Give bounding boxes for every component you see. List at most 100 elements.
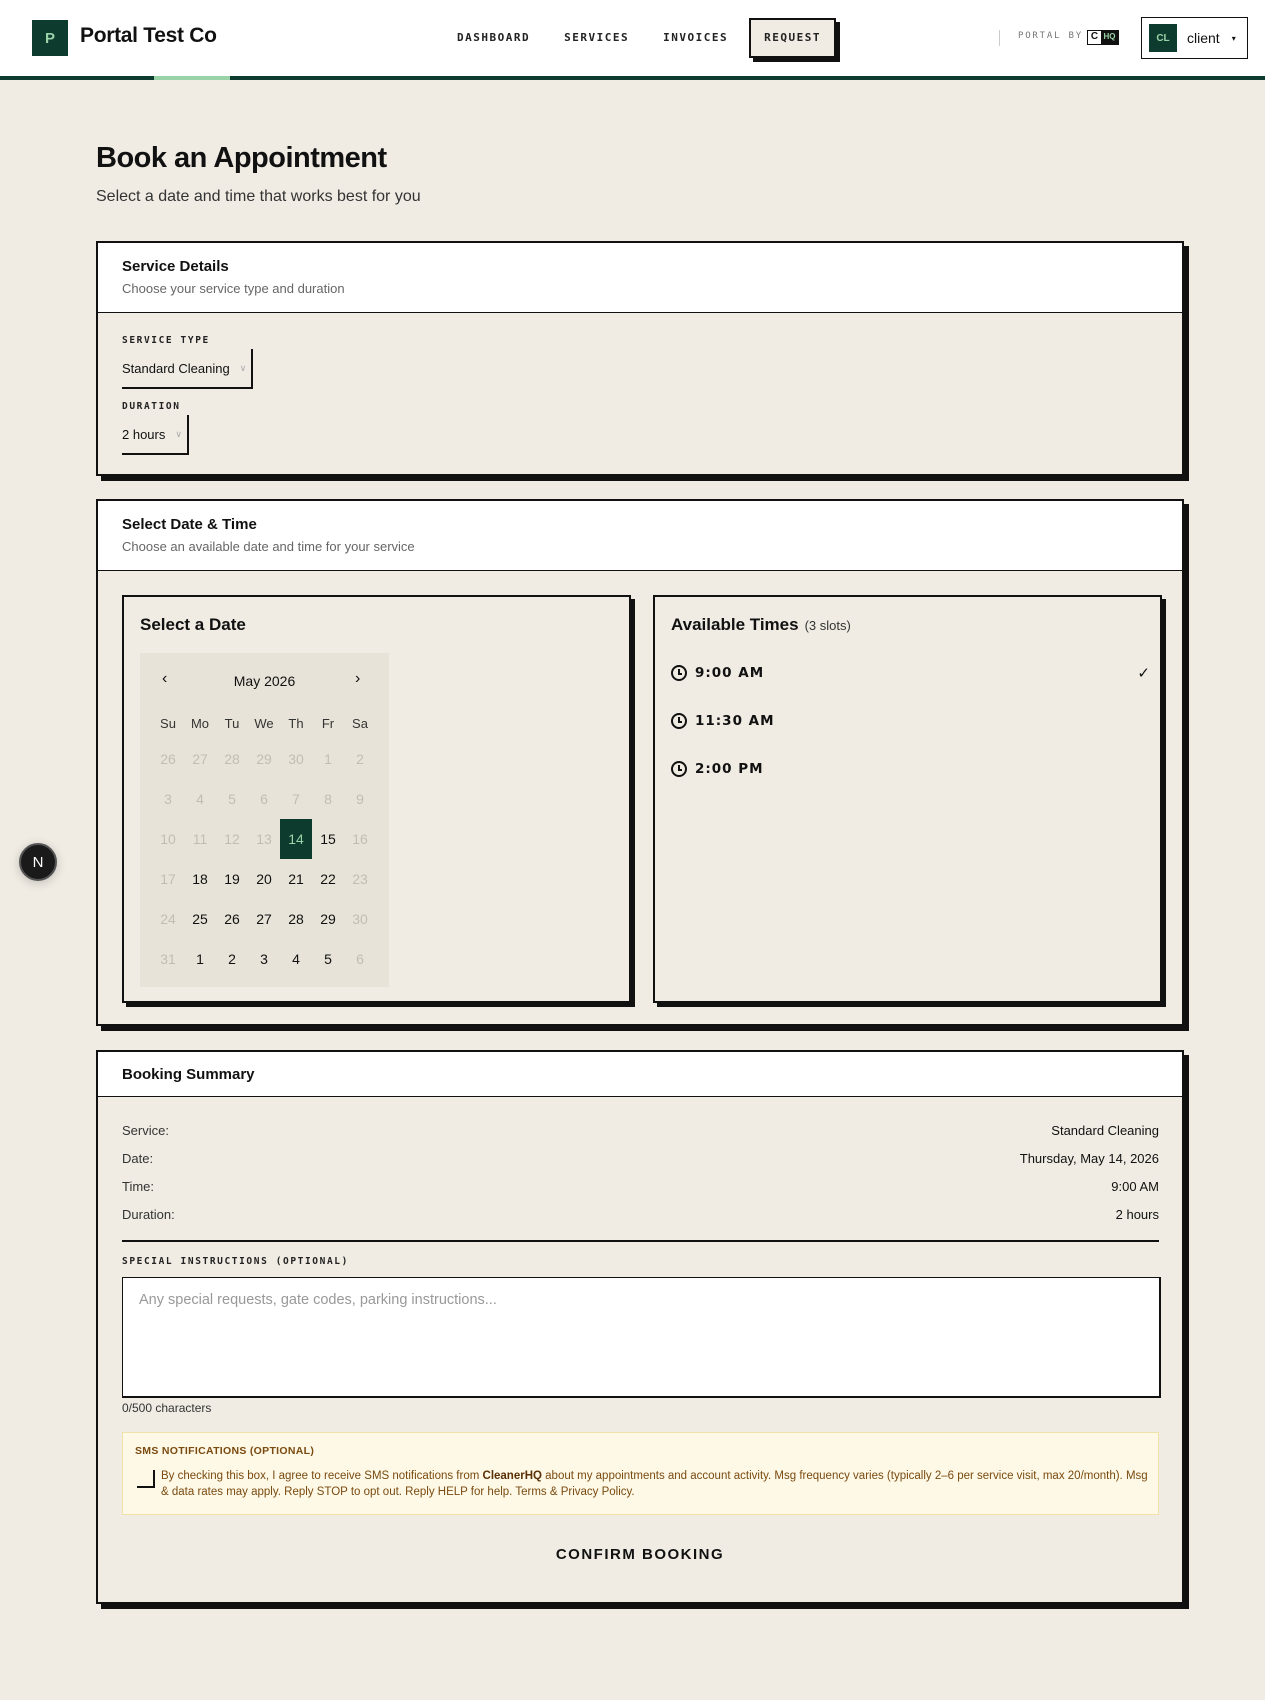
sms-text-part: By checking this box, I agree to receive… (161, 1470, 483, 1482)
clock-icon (671, 761, 687, 777)
calendar-day: 12 (224, 831, 240, 847)
summary-key: Time: (122, 1179, 155, 1194)
duration-select[interactable]: 2 hours ∨ (122, 415, 189, 455)
calendar-day: 6 (356, 951, 364, 967)
calendar-day-selected[interactable]: 14 (280, 819, 312, 859)
date-panel-title: Select a Date (140, 615, 246, 634)
header-divider (999, 30, 1000, 46)
caret-down-icon: ▾ (1231, 33, 1236, 43)
calendar-day[interactable]: 21 (280, 859, 312, 899)
summary-value: 9:00 AM (1111, 1179, 1159, 1194)
summary-key: Date: (122, 1151, 154, 1166)
calendar-day: 26 (160, 751, 176, 767)
calendar-day[interactable]: 1 (184, 939, 216, 979)
time-slot-label: 2:00 PM (695, 761, 764, 777)
nav-dashboard[interactable]: DASHBOARD (440, 18, 547, 58)
active-nav-indicator (154, 76, 230, 80)
weekday-label: Sa (352, 715, 368, 731)
avatar: CL (1149, 24, 1177, 52)
summary-row-duration: Duration: 2 hours (122, 1207, 1159, 1222)
summary-row-time: Time: 9:00 AM (122, 1179, 1159, 1194)
confirm-booking-button[interactable]: CONFIRM BOOKING (98, 1546, 1182, 1563)
date-time-title: Select Date & Time (122, 516, 257, 533)
service-details-subtitle: Choose your service type and duration (122, 281, 345, 296)
calendar-day: 23 (352, 871, 368, 887)
weekday-label: Mo (190, 715, 210, 731)
calendar-day: 13 (256, 831, 272, 847)
duration-label: DURATION (122, 401, 181, 412)
page-subtitle: Select a date and time that works best f… (96, 188, 421, 205)
date-time-subtitle: Choose an available date and time for yo… (122, 539, 415, 554)
top-header: P Portal Test Co DASHBOARD SERVICES INVO… (0, 0, 1265, 80)
calendar-day[interactable]: 26 (216, 899, 248, 939)
special-instructions-textarea[interactable]: Any special requests, gate codes, parkin… (122, 1277, 1161, 1398)
calendar-day: 30 (352, 911, 368, 927)
calendar-day: 6 (260, 791, 268, 807)
floating-dev-button[interactable]: N (19, 843, 57, 881)
summary-value: 2 hours (1115, 1207, 1159, 1222)
chevron-down-icon: ∨ (239, 362, 247, 373)
calendar: ‹ May 2026 › Su Mo Tu We Th Fr Sa 26 27 28 29 30 1 2 3… (140, 653, 389, 987)
calendar-day[interactable]: 2 (216, 939, 248, 979)
calendar-day[interactable]: 5 (312, 939, 344, 979)
date-panel: Select a Date ‹ May 2026 › Su Mo Tu We Th Fr S… (122, 595, 631, 1003)
calendar-day[interactable]: 4 (280, 939, 312, 979)
service-details-title: Service Details (122, 258, 229, 275)
calendar-day[interactable]: 20 (248, 859, 280, 899)
calendar-day: 24 (160, 911, 176, 927)
calendar-day[interactable]: 29 (312, 899, 344, 939)
service-details-header: Service Details Choose your service type… (98, 243, 1182, 313)
main-nav: DASHBOARD SERVICES INVOICES REQUEST (440, 18, 836, 58)
service-details-card: Service Details Choose your service type… (96, 241, 1184, 476)
slots-count: (3 slots) (804, 618, 851, 633)
service-type-label: SERVICE TYPE (122, 335, 210, 346)
calendar-grid: Su Mo Tu We Th Fr Sa 26 27 28 29 30 1 2 3 4 5 6 7 8 9 10 11 12 1… (140, 707, 389, 979)
calendar-day[interactable]: 19 (216, 859, 248, 899)
calendar-day[interactable]: 15 (312, 819, 344, 859)
calendar-day: 5 (228, 791, 236, 807)
nav-services[interactable]: SERVICES (547, 18, 646, 58)
time-slot-option[interactable]: 11:30 AM (671, 701, 1151, 741)
company-logo[interactable]: P (32, 20, 68, 56)
time-slot-label: 11:30 AM (695, 713, 775, 729)
user-menu-button[interactable]: CL client ▾ (1141, 17, 1248, 59)
times-panel: Available Times (3 slots) 9:00 AM ✓ 11:30… (653, 595, 1162, 1003)
booking-summary-title: Booking Summary (122, 1066, 255, 1083)
calendar-day: 29 (256, 751, 272, 767)
summary-row-date: Date: Thursday, May 14, 2026 (122, 1151, 1159, 1166)
date-time-card: Select Date & Time Choose an available d… (96, 499, 1184, 1026)
sms-title: SMS NOTIFICATIONS (OPTIONAL) (135, 1445, 315, 1457)
time-slot-option[interactable]: 2:00 PM (671, 749, 1151, 789)
weekday-label: Fr (321, 715, 335, 731)
sms-consent-checkbox[interactable] (137, 1470, 155, 1488)
calendar-day: 11 (192, 831, 208, 847)
calendar-day: 30 (288, 751, 304, 767)
weekday-label: Tu (224, 715, 240, 731)
date-time-header: Select Date & Time Choose an available d… (98, 501, 1182, 571)
times-title: Available Times (671, 615, 799, 634)
service-type-select[interactable]: Standard Cleaning ∨ (122, 349, 254, 389)
cleanerhq-logo: C HQ (1087, 30, 1119, 45)
user-name: client (1187, 30, 1220, 46)
nav-invoices[interactable]: INVOICES (646, 18, 745, 58)
calendar-day[interactable]: 25 (184, 899, 216, 939)
time-slot-option[interactable]: 9:00 AM ✓ (671, 653, 1151, 693)
summary-value: Thursday, May 14, 2026 (1019, 1151, 1159, 1166)
calendar-day: 4 (196, 791, 204, 807)
summary-divider (122, 1240, 1159, 1242)
time-slot-label: 9:00 AM (695, 665, 765, 681)
sms-consent-text: By checking this box, I agree to receive… (161, 1468, 1151, 1500)
calendar-day[interactable]: 28 (280, 899, 312, 939)
booking-summary-header: Booking Summary (98, 1052, 1182, 1097)
next-month-button[interactable]: › (355, 670, 360, 688)
calendar-day[interactable]: 22 (312, 859, 344, 899)
portal-by-label: PORTAL BY (1018, 31, 1083, 41)
char-count: 0/500 characters (122, 1401, 212, 1415)
clock-icon (671, 665, 687, 681)
calendar-day[interactable]: 3 (248, 939, 280, 979)
summary-key: Duration: (122, 1207, 175, 1222)
calendar-day[interactable]: 18 (184, 859, 216, 899)
calendar-day[interactable]: 27 (248, 899, 280, 939)
summary-value: Standard Cleaning (1051, 1123, 1159, 1138)
nav-request[interactable]: REQUEST (749, 18, 836, 58)
